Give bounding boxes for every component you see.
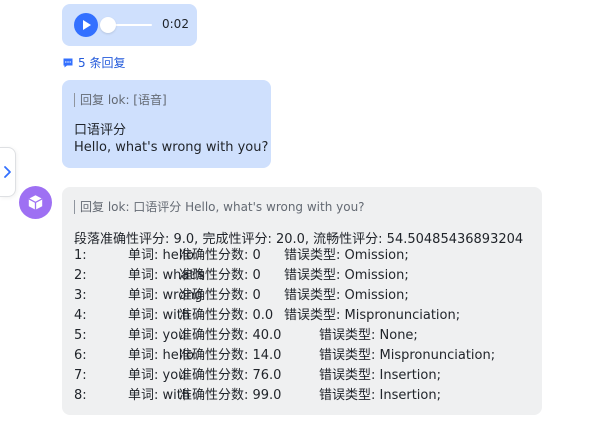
reply-quote[interactable]: 回复 lok: 口语评分 Hello, what's wrong with yo… — [74, 200, 365, 214]
row-error-type: 错误类型: Omission; — [284, 288, 409, 303]
row-error-type: 错误类型: Omission; — [284, 268, 409, 283]
row-error-type: 错误类型: None; — [319, 328, 418, 343]
audio-progress-knob[interactable] — [100, 17, 116, 33]
score-summary: 段落准确性评分: 9.0, 完成性评分: 20.0, 流畅性评分: 54.504… — [74, 232, 524, 247]
audio-duration: 0:02 — [162, 17, 189, 31]
row-score: 准确性分数: 76.0 — [179, 368, 282, 383]
message-text-line: Hello, what's wrong with you? — [74, 140, 269, 155]
bot-avatar[interactable] — [19, 186, 52, 219]
reply-count-label: 5 条回复 — [78, 56, 126, 70]
row-index: 1: — [74, 248, 87, 263]
message-text-line: 口语评分 — [74, 123, 127, 138]
thread-replies-link[interactable]: 5 条回复 — [62, 54, 125, 71]
bot-message-bubble: 回复 lok: 口语评分 Hello, what's wrong with yo… — [62, 187, 542, 415]
row-index: 5: — [74, 328, 87, 343]
row-index: 4: — [74, 308, 87, 323]
play-button[interactable] — [74, 13, 98, 37]
row-score: 准确性分数: 0 — [179, 268, 261, 283]
row-score: 准确性分数: 0.0 — [179, 308, 274, 323]
row-index: 6: — [74, 348, 87, 363]
voice-message-bubble: 0:02 — [62, 4, 197, 46]
reply-quote[interactable]: 回复 lok: [语音] — [74, 93, 167, 107]
row-error-type: 错误类型: Mispronunciation; — [284, 308, 461, 323]
row-score: 准确性分数: 0 — [179, 248, 261, 263]
row-index: 7: — [74, 368, 87, 383]
row-index: 3: — [74, 288, 87, 303]
side-panel-toggle[interactable] — [0, 147, 16, 197]
cube-icon — [28, 195, 43, 210]
row-error-type: 错误类型: Insertion; — [319, 388, 441, 403]
row-index: 2: — [74, 268, 87, 283]
chevron-right-icon — [4, 166, 11, 178]
user-message-bubble: 回复 lok: [语音] 口语评分 Hello, what's wrong wi… — [62, 80, 271, 168]
row-error-type: 错误类型: Mispronunciation; — [319, 348, 496, 363]
row-word: 单词: you — [128, 328, 187, 343]
row-score: 准确性分数: 99.0 — [179, 388, 282, 403]
comment-icon — [63, 58, 73, 67]
row-score: 准确性分数: 14.0 — [179, 348, 282, 363]
row-index: 8: — [74, 388, 87, 403]
row-error-type: 错误类型: Omission; — [284, 248, 409, 263]
row-word: 单词: you — [128, 368, 187, 383]
play-icon — [83, 20, 91, 30]
row-error-type: 错误类型: Insertion; — [319, 368, 441, 383]
row-score: 准确性分数: 40.0 — [179, 328, 282, 343]
row-score: 准确性分数: 0 — [179, 288, 261, 303]
